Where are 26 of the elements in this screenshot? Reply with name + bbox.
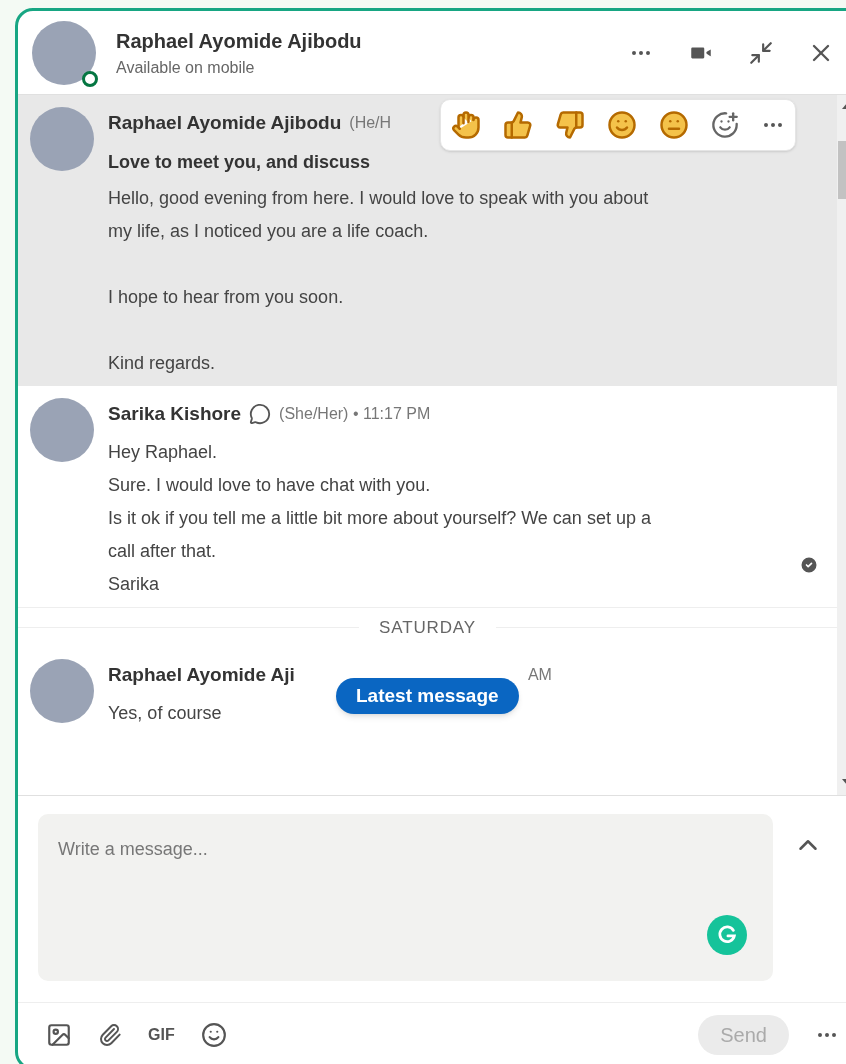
sender-name[interactable]: Raphael Ayomide Ajibodu	[108, 108, 342, 138]
contact-name[interactable]: Raphael Ayomide Ajibodu	[116, 25, 601, 56]
message-text: Hey Raphael. Sure. I would love to have chat with you. Is it ok if you tell me a little bit more about yourself? We can set up a call after that. Sarika	[108, 441, 652, 596]
attachment-icon[interactable]	[98, 1023, 122, 1047]
thumbs-down-icon[interactable]	[555, 110, 585, 140]
gif-icon[interactable]: GIF	[148, 1023, 175, 1047]
message-input[interactable]: Write a message...	[38, 814, 773, 981]
neutral-face-icon[interactable]	[659, 110, 689, 140]
smiley-icon[interactable]	[607, 110, 637, 140]
message-text: I hope to hear from you soon.	[108, 286, 344, 309]
message-meta: (He/H	[349, 113, 392, 133]
sender-name[interactable]: Sarika Kishore	[108, 399, 242, 429]
message-text: Hello, good evening from here. I would love to speak with you about my life, as I noticed you are a life coach.	[108, 187, 650, 243]
sender-name[interactable]: Raphael Ayomide Aji	[108, 660, 295, 690]
image-icon[interactable]	[46, 1022, 72, 1048]
message-text: Yes, of course	[108, 702, 222, 725]
message-meta: (She/Her) • 11:17 PM	[279, 404, 431, 424]
message-meta: AM	[527, 665, 552, 685]
latest-message-button[interactable]: Latest message	[336, 678, 519, 714]
message-subject: Love to meet you, and discuss	[108, 151, 372, 174]
emoji-icon[interactable]	[200, 1022, 227, 1048]
contact-status: Available on mobile	[116, 57, 256, 78]
thumbs-up-icon[interactable]	[503, 110, 533, 140]
add-reaction-icon[interactable]	[711, 111, 739, 139]
message-text: Kind regards.	[108, 352, 216, 375]
date-divider: SATURDAY	[379, 616, 476, 639]
